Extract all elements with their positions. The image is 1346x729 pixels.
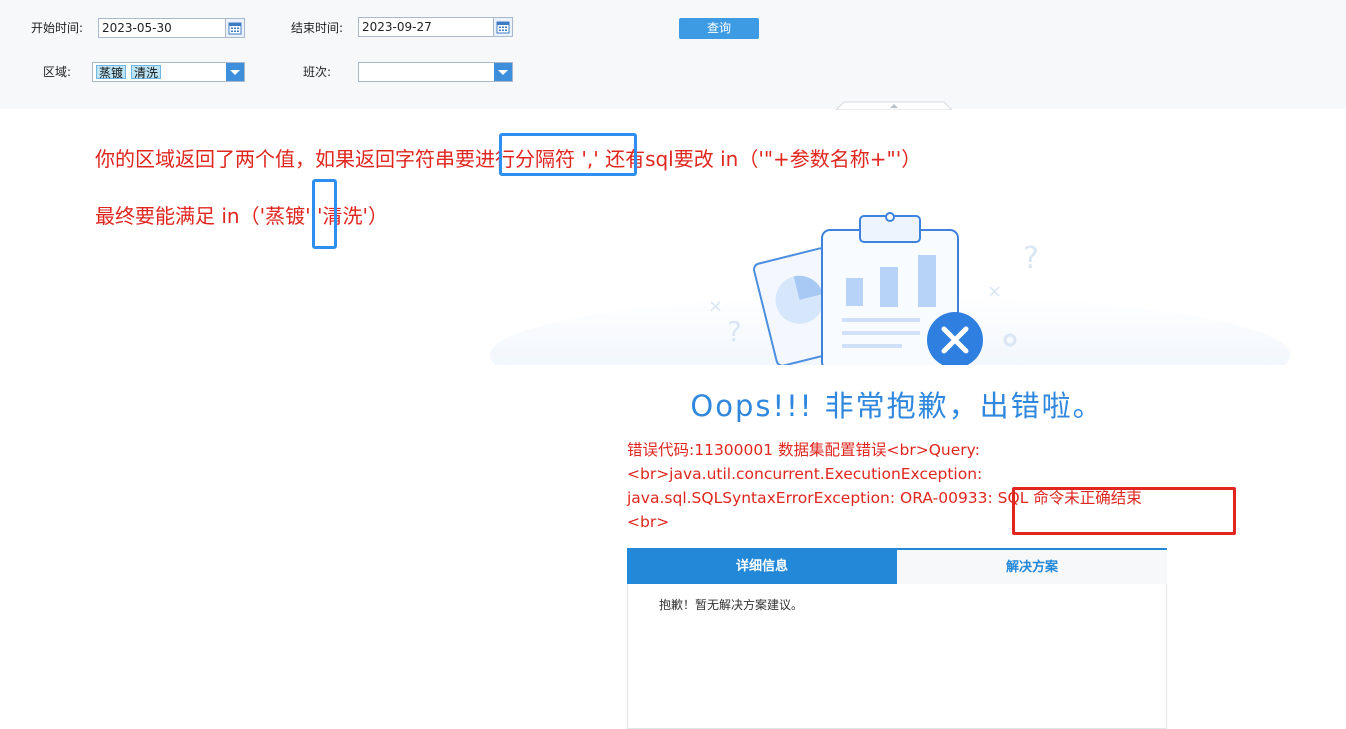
shift-combo[interactable] [358,62,513,82]
end-date-input[interactable] [359,18,482,36]
tab-solutions[interactable]: 解决方案 [897,548,1167,584]
error-message: 错误代码:11300001 数据集配置错误<br>Query: <br>java… [627,441,1142,531]
svg-text:×: × [987,281,1002,302]
calendar-icon[interactable] [225,19,244,37]
tab-details[interactable]: 详细信息 [627,548,897,584]
filter-bar: 开始时间: 结束时间: [0,0,1346,110]
start-date-field[interactable] [98,18,245,38]
area-combo[interactable]: 蒸镀 清洗 [92,62,245,82]
detail-tabs: 详细信息 解决方案 [627,548,1167,584]
svg-text:×: × [708,296,723,317]
start-time-label: 开始时间: [31,21,84,35]
area-tag[interactable]: 清洗 [131,65,162,80]
end-date-field[interactable] [358,17,513,37]
start-date-input[interactable] [99,19,222,37]
query-button[interactable]: 查询 [679,18,759,39]
area-label: 区域: [43,65,72,79]
annotation-line-2: 最终要能满足 in（'蒸镀','清洗'） [95,204,388,228]
error-title: Oops!!! 非常抱歉，出错啦。 [690,389,1104,423]
chevron-down-icon[interactable] [226,63,244,81]
collapse-toggle[interactable] [836,101,952,110]
highlight-box [312,179,337,249]
calendar-icon[interactable] [493,18,512,36]
end-time-label: 结束时间: [291,21,344,35]
svg-text:?: ? [1023,241,1039,276]
shift-label: 班次: [303,65,332,79]
chevron-down-icon[interactable] [494,63,512,81]
solution-text: 抱歉！暂无解决方案建议。 [659,598,804,612]
tab-panel: 抱歉！暂无解决方案建议。 [627,584,1167,729]
highlight-box [499,133,637,176]
error-illustration: ? ? × × [490,212,1290,365]
svg-text:?: ? [727,315,742,348]
area-tag[interactable]: 蒸镀 [96,65,127,80]
